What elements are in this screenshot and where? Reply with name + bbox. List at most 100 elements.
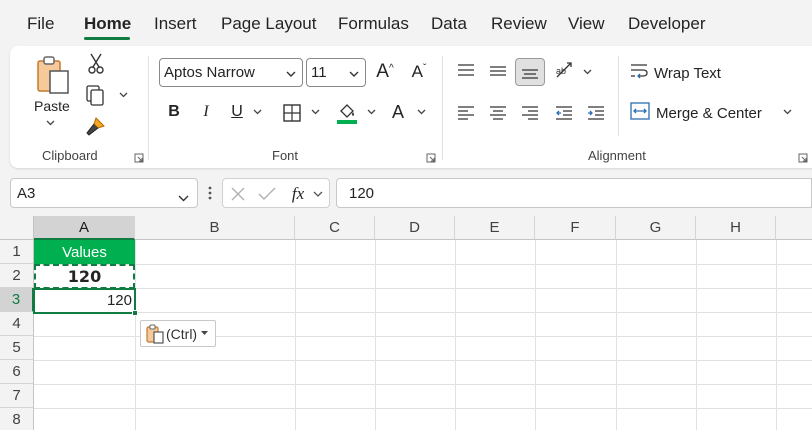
borders-dropdown-icon[interactable] [308, 106, 322, 118]
decrease-indent-icon[interactable] [552, 102, 576, 124]
format-painter-icon[interactable] [82, 114, 108, 140]
font-color-icon[interactable]: A [386, 100, 410, 124]
gridline [34, 312, 812, 313]
font-name-value: Aptos Narrow [164, 64, 255, 81]
clipboard-launcher-icon[interactable] [134, 150, 144, 163]
font-size-value: 11 [311, 64, 327, 81]
formula-input[interactable]: 120 [336, 178, 812, 208]
orientation-dropdown-icon[interactable] [580, 66, 594, 78]
merge-center-button[interactable]: Merge & Center [630, 101, 762, 125]
cell-a1[interactable]: Values [34, 240, 135, 264]
copy-dropdown-icon[interactable] [116, 90, 130, 100]
copy-icon[interactable] [82, 84, 108, 108]
fill-color-dropdown-icon[interactable] [364, 106, 378, 118]
enter-icon[interactable] [257, 185, 277, 203]
paste-dropdown-icon[interactable] [44, 118, 56, 128]
gridline [455, 240, 456, 430]
decrease-font-size-icon[interactable]: Aˇ [406, 60, 432, 84]
alignment-launcher-icon[interactable] [798, 150, 808, 163]
row-header-8[interactable]: 8 [0, 408, 34, 430]
cut-icon[interactable] [84, 52, 108, 76]
paste-options-label: (Ctrl) [166, 325, 198, 342]
font-size-select[interactable]: 11 [306, 58, 366, 87]
tab-home[interactable]: Home [84, 14, 131, 34]
tab-page-layout[interactable]: Page Layout [221, 14, 316, 34]
copy-marquee [34, 264, 135, 289]
gridline [34, 384, 812, 385]
row-header-3[interactable]: 3 [0, 288, 34, 312]
column-header-e[interactable]: E [455, 216, 535, 240]
column-header-b[interactable]: B [135, 216, 295, 240]
align-right-icon[interactable] [518, 102, 542, 124]
gridline [535, 240, 536, 430]
column-header-c[interactable]: C [295, 216, 375, 240]
tab-review[interactable]: Review [491, 14, 547, 34]
italic-button[interactable]: I [194, 100, 218, 124]
row-header-2[interactable]: 2 [0, 264, 34, 288]
middle-align-icon[interactable] [486, 60, 510, 82]
font-group-label: Font [272, 148, 299, 163]
orientation-icon[interactable]: ab [552, 58, 578, 84]
wrap-text-button[interactable]: Wrap Text [630, 62, 721, 84]
gridline [34, 408, 812, 409]
column-header-i[interactable] [776, 216, 812, 240]
fill-color-icon[interactable] [334, 100, 360, 126]
caret-down-icon [201, 331, 209, 336]
group-separator [442, 56, 443, 160]
align-center-icon[interactable] [486, 102, 510, 124]
column-header-a[interactable]: A [34, 216, 135, 240]
column-header-g[interactable]: G [616, 216, 696, 240]
bold-button[interactable]: B [162, 100, 186, 124]
row-header-4[interactable]: 4 [0, 312, 34, 336]
chevron-down-icon [286, 65, 296, 82]
column-header-f[interactable]: F [535, 216, 616, 240]
row-header-1[interactable]: 1 [0, 240, 34, 264]
align-left-icon[interactable] [454, 102, 478, 124]
tab-data[interactable]: Data [431, 14, 467, 34]
gridline [34, 360, 812, 361]
column-header-d[interactable]: D [375, 216, 455, 240]
underline-button[interactable]: U [226, 100, 248, 124]
row-header-7[interactable]: 7 [0, 384, 34, 408]
tab-developer[interactable]: Developer [628, 14, 706, 34]
formula-bar-grip-icon[interactable] [208, 186, 212, 200]
wrap-text-label: Wrap Text [654, 64, 721, 82]
fill-handle[interactable] [132, 310, 138, 316]
underline-dropdown-icon[interactable] [250, 106, 264, 118]
group-separator [618, 56, 619, 136]
row-header-5[interactable]: 5 [0, 336, 34, 360]
paste-icon[interactable] [32, 54, 76, 98]
gridline [34, 288, 812, 289]
increase-font-size-icon[interactable]: A ^ [372, 60, 398, 84]
tab-view[interactable]: View [568, 14, 605, 34]
name-box-value: A3 [17, 184, 36, 202]
name-box[interactable]: A3 [10, 178, 198, 208]
tab-insert[interactable]: Insert [154, 14, 197, 34]
top-align-icon[interactable] [454, 60, 478, 82]
cancel-icon[interactable] [229, 185, 247, 203]
chevron-down-icon [349, 65, 359, 82]
chevron-down-icon[interactable] [311, 188, 325, 200]
column-header-h[interactable]: H [696, 216, 776, 240]
font-color-dropdown-icon[interactable] [414, 106, 428, 118]
borders-icon[interactable] [280, 102, 304, 124]
insert-function-button[interactable]: fx [287, 183, 309, 205]
active-cell-border [33, 288, 136, 314]
menu-bar: File Home Insert Page Layout Formulas Da… [0, 0, 812, 44]
paste-label[interactable]: Paste [34, 98, 70, 114]
bottom-align-button[interactable] [515, 58, 545, 86]
font-launcher-icon[interactable] [426, 150, 436, 163]
chevron-down-icon [178, 189, 189, 206]
merge-center-dropdown-icon[interactable] [780, 106, 794, 118]
paste-options-button[interactable]: (Ctrl) [140, 320, 216, 347]
gridline [696, 240, 697, 430]
worksheet-grid[interactable]: A B C D E F G H 1 2 3 4 5 6 7 8 Values 1… [0, 216, 812, 430]
increase-indent-icon[interactable] [584, 102, 608, 124]
select-all-corner[interactable] [0, 216, 34, 240]
merge-center-icon [630, 101, 650, 125]
tab-formulas[interactable]: Formulas [338, 14, 409, 34]
active-tab-indicator [84, 37, 130, 40]
row-header-6[interactable]: 6 [0, 360, 34, 384]
tab-file[interactable]: File [27, 14, 54, 34]
font-name-select[interactable]: Aptos Narrow [159, 58, 303, 87]
